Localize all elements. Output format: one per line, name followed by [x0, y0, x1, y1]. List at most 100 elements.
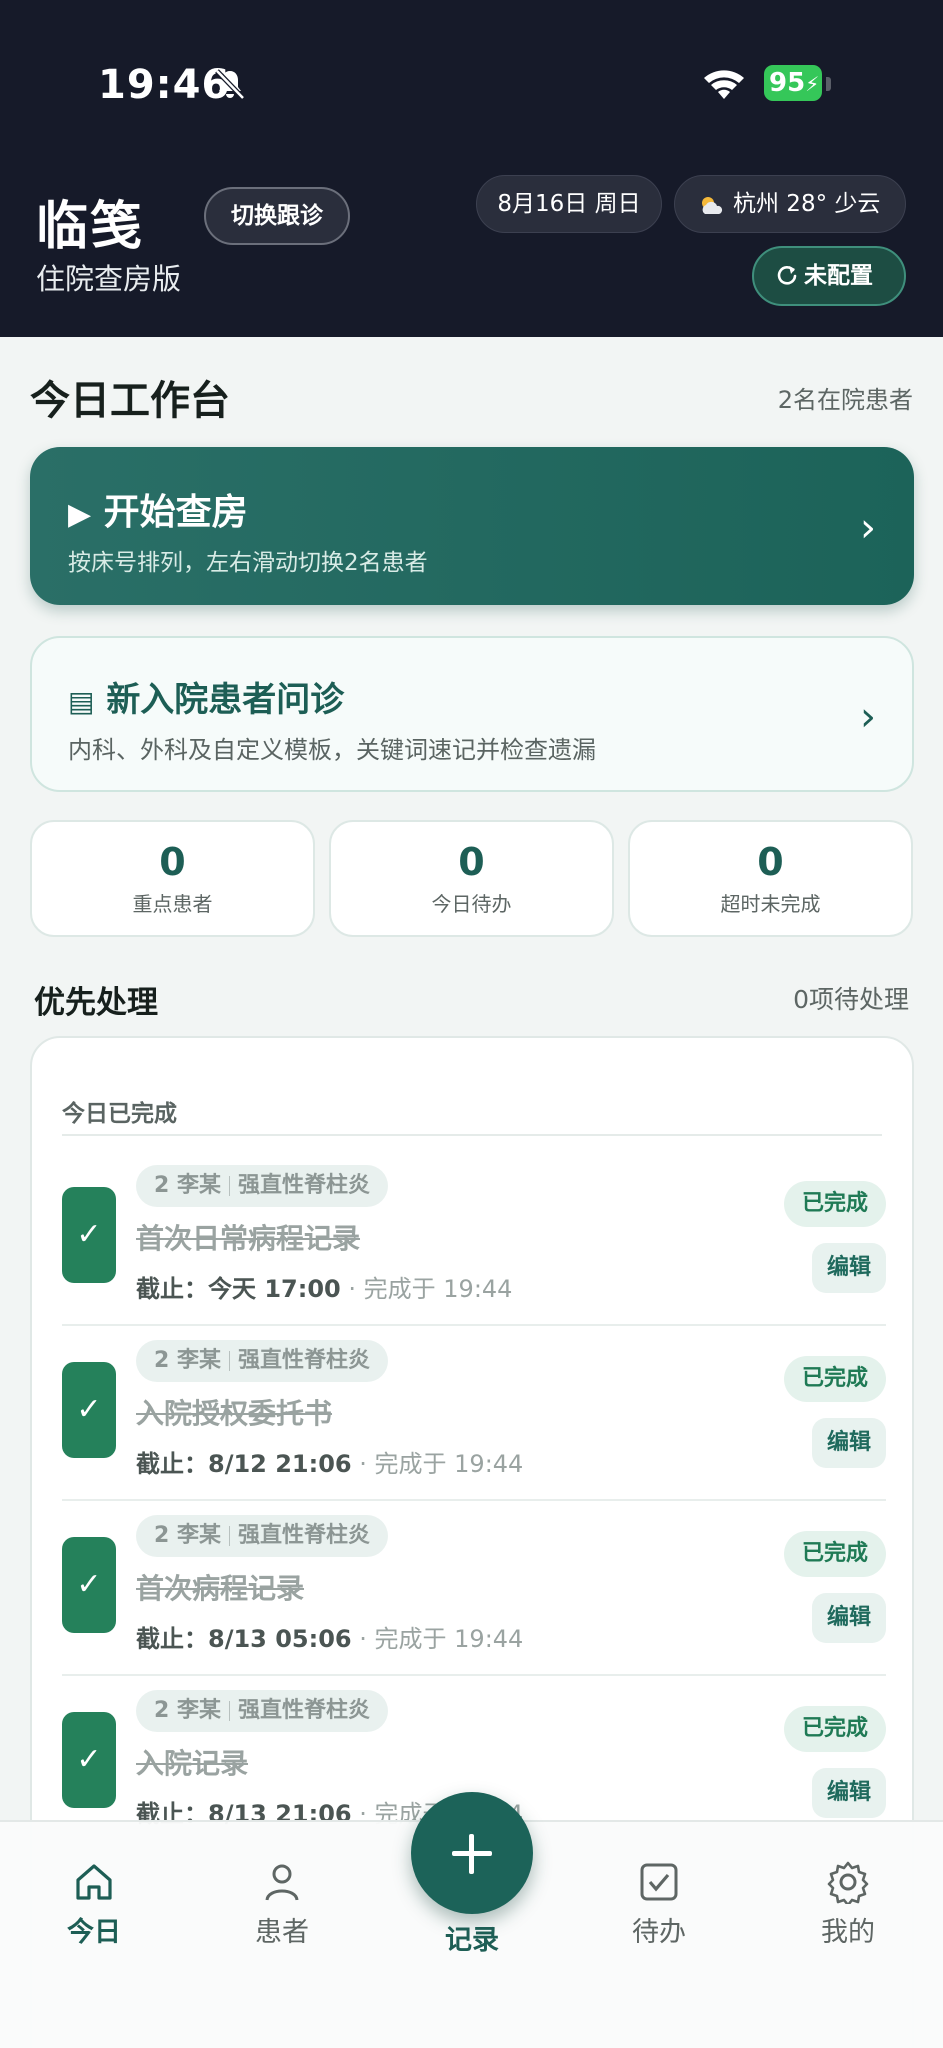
- tag-separator: [228, 1701, 230, 1721]
- nav-todo[interactable]: 待办: [589, 1860, 729, 1949]
- task-name: 入院记录: [136, 1747, 249, 1780]
- status-badge: 已完成: [784, 1706, 886, 1752]
- patient-tag: 2 李某 强直性脊柱炎: [136, 1690, 388, 1732]
- divider: [62, 1134, 882, 1136]
- stat-value: 0: [458, 840, 485, 884]
- patient-tag: 2 李某 强直性脊柱炎: [136, 1165, 388, 1207]
- chevron-right-icon: ›: [860, 694, 876, 740]
- config-button[interactable]: 未配置: [752, 246, 906, 306]
- new-patient-card[interactable]: ▤ 新入院患者问诊 内科、外科及自定义模板，关键词速记并检查遗漏 ›: [30, 636, 914, 792]
- edit-button[interactable]: 编辑: [812, 1768, 886, 1818]
- start-round-title: 开始查房: [103, 492, 248, 533]
- person-icon: [265, 1864, 299, 1901]
- nav-label: 待办: [632, 1917, 686, 1948]
- battery-level: 95: [769, 68, 806, 98]
- diagnosis-label: 强直性脊柱炎: [237, 1523, 370, 1548]
- task-row[interactable]: ✓ 2 李某 强直性脊柱炎 首次日常病程记录 截止：今天 17:00 · 完成于 …: [32, 1151, 912, 1326]
- battery-icon: 95⚡: [764, 65, 822, 101]
- date-pill: 8月16日 周日: [476, 175, 662, 233]
- bed-label: 2 李某: [154, 1523, 221, 1548]
- due-time: 8/12 21:06: [208, 1450, 352, 1478]
- gear-icon: [827, 1861, 869, 1907]
- edit-button[interactable]: 编辑: [812, 1418, 886, 1468]
- stat-label: 今日待办: [431, 892, 512, 916]
- nav-mine[interactable]: 我的: [778, 1860, 918, 1949]
- stat-label: 重点患者: [132, 892, 213, 916]
- add-record-button[interactable]: [411, 1792, 533, 1914]
- charging-bolt: ⚡: [805, 72, 820, 96]
- task-row[interactable]: ✓ 2 李某 强直性脊柱炎 入院授权委托书 截止：8/12 21:06 · 完成于…: [32, 1326, 912, 1501]
- switch-mode-button[interactable]: 切换跟诊: [204, 187, 350, 245]
- wifi-icon: [704, 70, 744, 99]
- stat-overdue[interactable]: 0 超时未完成: [628, 820, 913, 937]
- app-header: 19:46 95⚡ 临笺 住院查房版 切换跟诊 8月16日 周日 杭州 28° …: [0, 0, 943, 337]
- bed-label: 2 李某: [154, 1698, 221, 1723]
- patient-tag: 2 李某 强直性脊柱炎: [136, 1340, 388, 1382]
- check-icon[interactable]: ✓: [62, 1362, 116, 1458]
- task-name: 首次日常病程记录: [136, 1222, 361, 1255]
- check-icon[interactable]: ✓: [62, 1537, 116, 1633]
- task-due: 截止：8/12 21:06 · 完成于 19:44: [136, 1444, 523, 1479]
- task-row[interactable]: ✓ 2 李某 强直性脊柱炎 首次病程记录 截止：8/13 05:06 · 完成于 …: [32, 1501, 912, 1676]
- status-badge: 已完成: [784, 1531, 886, 1577]
- nav-today[interactable]: 今日: [24, 1860, 164, 1949]
- battery-tip: [826, 77, 831, 91]
- due-prefix: 截止：: [136, 1275, 208, 1303]
- checkbox-icon: [640, 1863, 678, 1901]
- refresh-icon: [777, 265, 797, 285]
- workbench-title: 今日工作台: [30, 378, 230, 424]
- list-icon: ▤: [68, 685, 95, 718]
- cloud-sun-icon: [702, 196, 723, 214]
- due-time: 8/13 05:06: [208, 1625, 352, 1653]
- bell-muted-icon: [215, 69, 245, 100]
- stat-value: 0: [159, 840, 186, 884]
- start-round-card[interactable]: ▶ 开始查房 按床号排列，左右滑动切换2名患者 ›: [30, 447, 914, 605]
- weather-text: 杭州 28° 少云: [733, 191, 881, 217]
- stat-label: 超时未完成: [720, 892, 821, 916]
- stat-key-patients[interactable]: 0 重点患者: [30, 820, 315, 937]
- start-round-desc: 按床号排列，左右滑动切换2名患者: [68, 550, 428, 576]
- app-title: 临笺: [36, 197, 145, 257]
- nav-patients[interactable]: 患者: [212, 1860, 352, 1949]
- check-icon[interactable]: ✓: [62, 1712, 116, 1808]
- tag-separator: [228, 1176, 230, 1196]
- priority-title: 优先处理: [34, 985, 158, 1021]
- nav-label: 患者: [255, 1917, 309, 1948]
- status-badge: 已完成: [784, 1181, 886, 1227]
- done-section-header: 今日已完成: [62, 1101, 177, 1127]
- patient-count: 2名在院患者: [777, 386, 913, 414]
- due-prefix: 截止：: [136, 1625, 208, 1653]
- completed-time: · 完成于 19:44: [348, 1275, 513, 1303]
- task-name: 首次病程记录: [136, 1572, 305, 1605]
- diagnosis-label: 强直性脊柱炎: [237, 1698, 370, 1723]
- edit-button[interactable]: 编辑: [812, 1593, 886, 1643]
- task-due: 截止：8/13 05:06 · 完成于 19:44: [136, 1619, 523, 1654]
- play-icon: ▶: [68, 497, 92, 532]
- status-time: 19:46: [98, 62, 231, 108]
- chevron-right-icon: ›: [860, 505, 876, 551]
- start-round-title-row: ▶ 开始查房: [68, 483, 248, 535]
- due-prefix: 截止：: [136, 1450, 208, 1478]
- nav-label: 我的: [821, 1917, 875, 1948]
- completed-time: · 完成于 19:44: [359, 1625, 524, 1653]
- config-label: 未配置: [804, 263, 873, 289]
- plus-icon-vertical: [469, 1834, 474, 1874]
- nav-label: 今日: [67, 1917, 121, 1948]
- diagnosis-label: 强直性脊柱炎: [237, 1173, 370, 1198]
- edit-button[interactable]: 编辑: [812, 1243, 886, 1293]
- stat-today-todo[interactable]: 0 今日待办: [329, 820, 614, 937]
- weather-pill: 杭州 28° 少云: [674, 175, 906, 233]
- bed-label: 2 李某: [154, 1173, 221, 1198]
- check-icon[interactable]: ✓: [62, 1187, 116, 1283]
- completed-time: · 完成于 19:44: [359, 1450, 524, 1478]
- patient-tag: 2 李某 强直性脊柱炎: [136, 1515, 388, 1557]
- nav-record-label[interactable]: 记录: [411, 1918, 533, 1957]
- new-patient-title: 新入院患者问诊: [106, 680, 345, 720]
- app-subtitle: 住院查房版: [36, 262, 182, 296]
- status-badge: 已完成: [784, 1356, 886, 1402]
- home-icon: [76, 1864, 112, 1900]
- task-due: 截止：今天 17:00 · 完成于 19:44: [136, 1269, 512, 1304]
- task-name: 入院授权委托书: [136, 1397, 333, 1430]
- pending-count: 0项待处理: [793, 985, 909, 1014]
- tag-separator: [228, 1351, 230, 1371]
